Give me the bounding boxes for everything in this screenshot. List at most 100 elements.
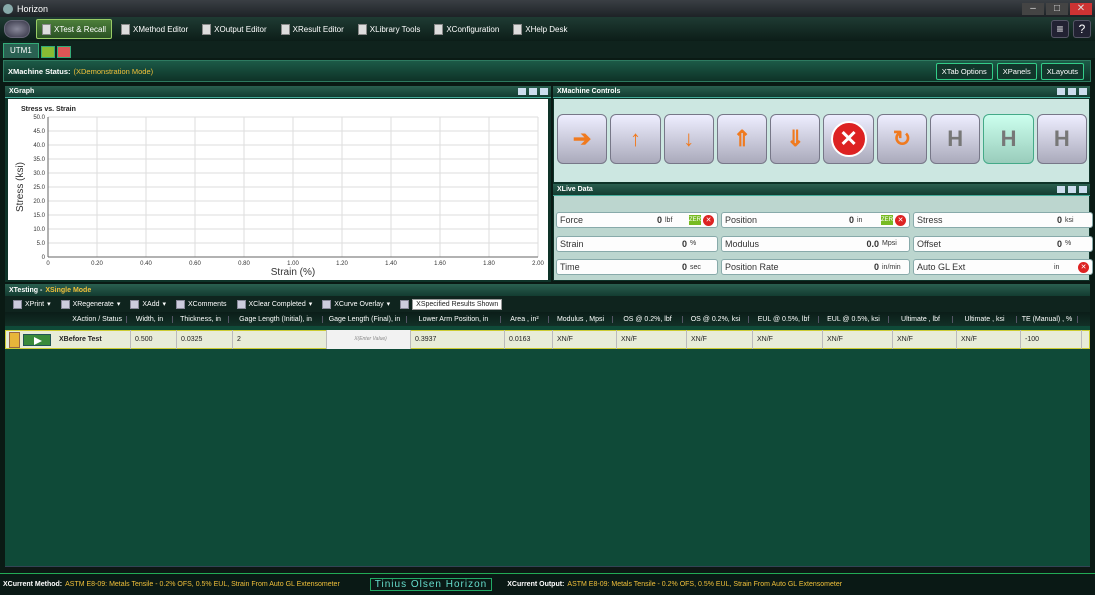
panels-dropdown[interactable]: XPanels: [996, 62, 1037, 80]
messages-icon[interactable]: ≡: [1051, 20, 1069, 38]
restore-icon[interactable]: [1068, 186, 1076, 193]
play-icon[interactable]: [23, 333, 51, 346]
maximize-button[interactable]: □: [1046, 2, 1068, 15]
add-button[interactable]: XAdd ▾: [126, 298, 170, 311]
menu-result-editor[interactable]: XResult Editor: [276, 19, 349, 39]
column-header[interactable]: Width, in: [127, 315, 173, 323]
clear-icon[interactable]: ✕: [1078, 261, 1089, 273]
clear-completed-button[interactable]: XClear Completed ▾: [233, 298, 317, 311]
menu-test-recall[interactable]: XTest & Recall: [36, 19, 113, 39]
table-cell[interactable]: XN/F: [553, 330, 617, 349]
testing-toolbar: XPrint ▾ XRegenerate ▾ XAdd ▾ XComments …: [5, 296, 1090, 312]
column-header[interactable]: Area , in²: [501, 315, 549, 323]
y-tick-label: 35.0: [33, 157, 45, 163]
hold-button[interactable]: H: [930, 114, 981, 164]
table-cell[interactable]: 0.0325: [177, 330, 233, 349]
column-header[interactable]: EUL @ 0.5%, lbf: [749, 315, 819, 323]
hold-alt-button[interactable]: H: [1036, 114, 1087, 164]
table-cell[interactable]: XN/F: [753, 330, 823, 349]
x-tick-label: 1.60: [434, 261, 446, 267]
y-tick-label: 10.0: [33, 227, 45, 233]
table-cell[interactable]: XN/F: [823, 330, 893, 349]
run-test-icon: ➔: [572, 126, 592, 151]
column-header[interactable]: EUL @ 0.5%, ksi: [819, 315, 889, 323]
add-tab-icon[interactable]: [40, 46, 55, 58]
regenerate-button[interactable]: XRegenerate ▾: [57, 298, 125, 311]
table-cell[interactable]: XN/F: [617, 330, 687, 349]
column-header[interactable]: Gage Length (Initial), in: [229, 315, 323, 323]
tab-options-button[interactable]: XTab Options: [935, 62, 993, 80]
live-auto-gl-ext: Auto GL Ext in ✕: [913, 259, 1093, 276]
crosshead-up-button[interactable]: ↑: [610, 114, 661, 164]
column-header[interactable]: OS @ 0.2%, lbf: [613, 315, 683, 323]
maximize-icon[interactable]: [1079, 88, 1087, 95]
column-header[interactable]: Ultimate , ksi: [953, 315, 1017, 323]
jog-down-button[interactable]: ⇓: [770, 114, 821, 164]
menu-library-tools[interactable]: XLibrary Tools: [353, 19, 426, 39]
column-header[interactable]: Lower Arm Position, in: [407, 315, 501, 323]
stress-strain-chart: Stress vs. Strain 0 5.0 10.0 15.0 20.0 25.0 30.…: [8, 99, 548, 280]
curve-overlay-button[interactable]: XCurve Overlay ▾: [318, 298, 394, 311]
table-cell[interactable]: -100: [1021, 330, 1082, 349]
table-cell[interactable]: X(Enter Value): [327, 330, 411, 349]
crosshead-down-button[interactable]: ↓: [663, 114, 714, 164]
print-button[interactable]: XPrint ▾: [9, 298, 55, 311]
edit-icon[interactable]: [518, 88, 526, 95]
layouts-dropdown[interactable]: XLayouts: [1040, 62, 1084, 80]
stop-button[interactable]: ✕: [823, 114, 874, 164]
comments-button[interactable]: XComments: [172, 298, 231, 311]
minimize-button[interactable]: –: [1022, 2, 1044, 15]
remove-tab-icon[interactable]: [56, 46, 71, 58]
table-cell[interactable]: 0.500: [131, 330, 177, 349]
column-header[interactable]: Gage Length (Final), in: [323, 315, 407, 323]
help-icon[interactable]: ?: [1073, 20, 1091, 38]
machine-status-label: XMachine Status:: [8, 66, 71, 76]
jog-up-button[interactable]: ⇑: [716, 114, 768, 164]
zero-badge-icon[interactable]: ZER: [689, 215, 701, 225]
column-header[interactable]: OS @ 0.2%, ksi: [683, 315, 749, 323]
clear-icon[interactable]: ✕: [703, 214, 714, 226]
column-header[interactable]: Thickness, in: [173, 315, 229, 323]
action-status-cell[interactable]: XBefore Test: [55, 330, 131, 349]
close-icon[interactable]: [540, 88, 548, 95]
print-icon: [13, 299, 22, 309]
table-row[interactable]: XBefore Test 0.500 0.0325 2 X(Enter Value) 0.…: [5, 330, 1090, 349]
menu-output-editor[interactable]: XOutput Editor: [197, 19, 271, 39]
menu-configuration[interactable]: XConfiguration: [429, 19, 504, 39]
table-cell[interactable]: 0.0163: [505, 330, 553, 349]
horizontal-scrollbar[interactable]: [5, 566, 1090, 573]
curve-overlay-icon: [322, 299, 332, 309]
restore-icon[interactable]: [529, 88, 537, 95]
testing-panel: XTesting - XSingle Mode XPrint ▾ XRegener…: [5, 284, 1090, 566]
output-icon: [202, 23, 212, 35]
y-tick-label: 0: [42, 255, 46, 261]
table-cell[interactable]: 0.3937: [411, 330, 505, 349]
tab-utm1[interactable]: UTM1: [3, 43, 39, 58]
maximize-icon[interactable]: [1079, 186, 1087, 193]
menu-method-editor[interactable]: XMethod Editor: [116, 19, 193, 39]
column-header[interactable]: Ultimate , lbf: [889, 315, 953, 323]
pin-icon[interactable]: [1057, 88, 1065, 95]
return-button[interactable]: ↻: [876, 114, 928, 164]
restore-icon[interactable]: [1068, 88, 1076, 95]
column-header[interactable]: TE (Manual) , %: [1017, 315, 1078, 323]
hold-selected-button[interactable]: H: [983, 114, 1034, 164]
zero-badge-icon[interactable]: ZER: [881, 215, 893, 225]
close-button[interactable]: ✕: [1070, 2, 1092, 15]
table-cell[interactable]: XN/F: [687, 330, 753, 349]
column-header[interactable]: Modulus , Mpsi: [549, 315, 613, 323]
results-shown-dropdown[interactable]: XSpecified Results Shown: [396, 297, 506, 312]
run-test-button[interactable]: ➔: [557, 114, 608, 164]
table-cell[interactable]: XN/F: [957, 330, 1021, 349]
table-cell[interactable]: XN/F: [893, 330, 957, 349]
row-handle-icon[interactable]: [9, 331, 20, 348]
app-logo-button[interactable]: [4, 20, 30, 38]
x-tick-label: 1.20: [336, 261, 348, 267]
clear-icon[interactable]: ✕: [895, 214, 906, 226]
column-header[interactable]: XAction / Status: [5, 315, 127, 323]
testing-title: XTesting -: [9, 286, 43, 294]
live-modulus: Modulus 0.0 Mpsi: [721, 235, 910, 252]
menu-help-desk[interactable]: XHelp Desk: [508, 19, 572, 39]
table-cell[interactable]: 2: [233, 330, 327, 349]
filter-icon[interactable]: [1057, 186, 1065, 193]
